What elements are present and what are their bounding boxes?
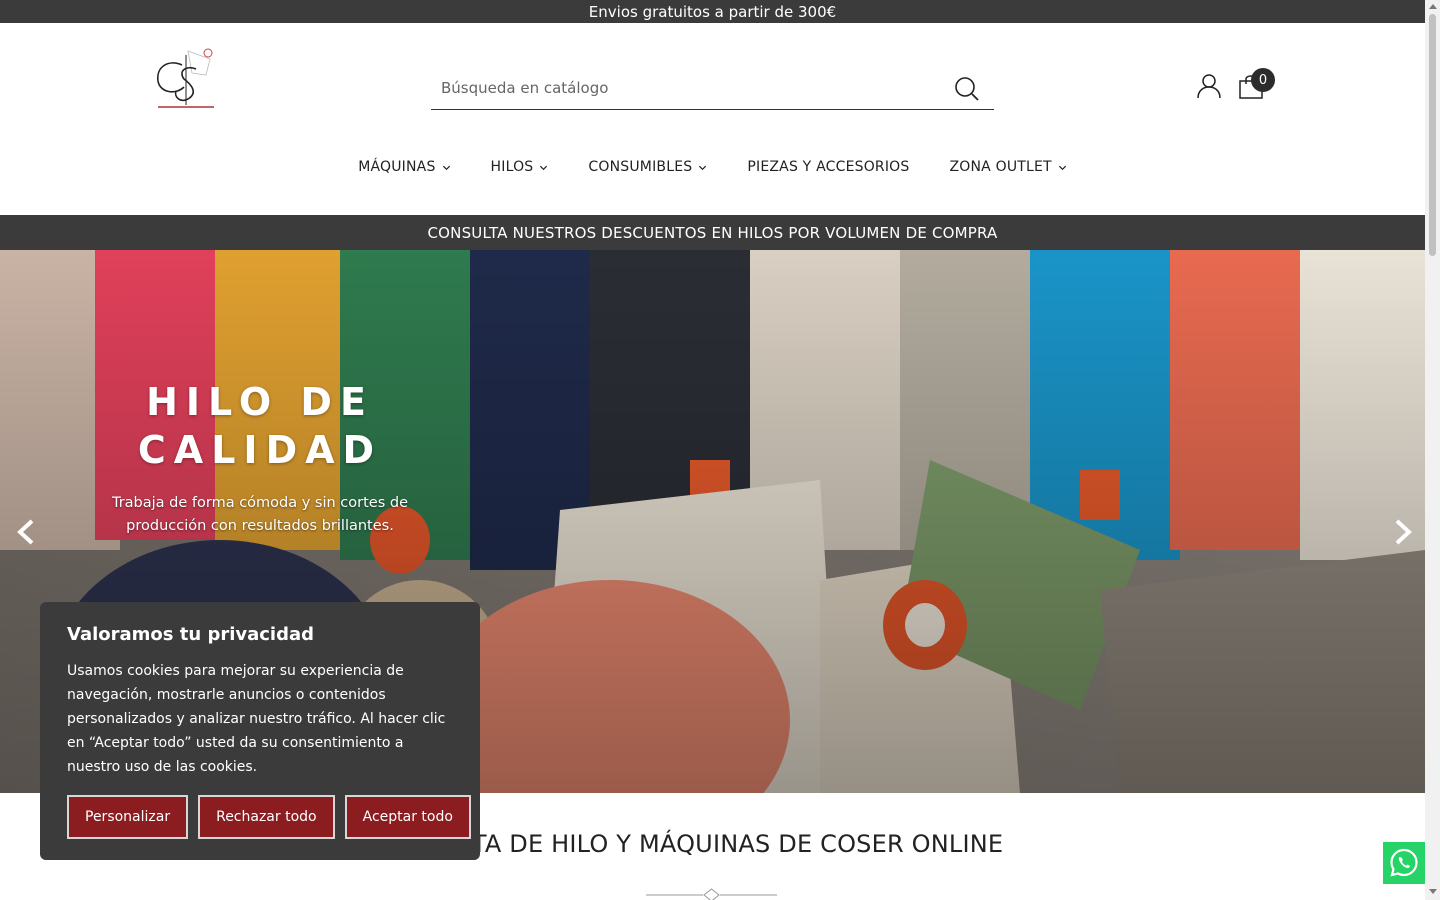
search-icon[interactable]	[954, 75, 980, 101]
cart-count-badge[interactable]: 0	[1251, 68, 1275, 92]
promo-banner-text: CONSULTA NUESTROS DESCUENTOS EN HILOS PO…	[427, 223, 998, 242]
cookie-consent-dialog: Valoramos tu privacidad Usamos cookies p…	[40, 602, 480, 860]
whatsapp-button[interactable]	[1383, 842, 1425, 884]
user-icon[interactable]	[1196, 73, 1222, 99]
shipping-banner-text: Envios gratuitos a partir de 300€	[588, 2, 837, 21]
whatsapp-icon	[1390, 848, 1418, 877]
cookie-buttons: Personalizar Rechazar todo Aceptar todo	[67, 795, 471, 839]
nav-item-piezas-y-accesorios[interactable]: PIEZAS Y ACCESORIOS	[747, 159, 909, 175]
site-header: 0 MÁQUINAS HILOS CONSUMIBLES PIEZAS Y ACCES…	[0, 23, 1425, 215]
nav-item-consumibles[interactable]: CONSUMIBLES	[588, 159, 707, 175]
scroll-down-arrow[interactable]	[1429, 889, 1437, 894]
cookie-title: Valoramos tu privacidad	[67, 624, 315, 645]
section-divider	[646, 888, 777, 900]
chevron-left-icon[interactable]	[14, 518, 38, 546]
scroll-up-arrow[interactable]	[1429, 4, 1437, 9]
logo[interactable]	[148, 45, 224, 111]
hero-title: HILO DE CALIDAD	[137, 380, 383, 472]
nav-item-label: CONSUMIBLES	[588, 159, 693, 175]
customize-button[interactable]: Personalizar	[67, 795, 189, 839]
chevron-down-icon	[540, 165, 548, 170]
nav-item-máquinas[interactable]: MÁQUINAS	[358, 159, 450, 175]
page: Envios gratuitos a partir de 300€ 0	[0, 0, 1425, 900]
hero-subtitle: Trabaja de forma cómoda y sin cortes de …	[111, 495, 409, 534]
scrollbar[interactable]	[1425, 0, 1440, 900]
chevron-right-icon[interactable]	[1391, 518, 1415, 546]
accept-all-button[interactable]: Aceptar todo	[344, 795, 471, 839]
chevron-down-icon	[699, 165, 707, 170]
shipping-banner: Envios gratuitos a partir de 300€	[0, 0, 1425, 23]
nav-item-hilos[interactable]: HILOS	[491, 159, 549, 175]
search-bar	[431, 67, 994, 110]
nav-item-label: HILOS	[490, 159, 534, 175]
nav-item-label: PIEZAS Y ACCESORIOS	[747, 159, 910, 175]
search-input[interactable]	[431, 79, 941, 97]
nav-item-label: MÁQUINAS	[358, 159, 436, 175]
reject-all-button[interactable]: Rechazar todo	[198, 795, 335, 839]
chevron-down-icon	[442, 165, 450, 170]
main-nav: MÁQUINAS HILOS CONSUMIBLES PIEZAS Y ACCESOR…	[0, 159, 1425, 175]
nav-item-label: ZONA OUTLET	[949, 159, 1052, 175]
scroll-thumb[interactable]	[1429, 14, 1436, 256]
nav-item-zona-outlet[interactable]: ZONA OUTLET	[949, 159, 1066, 175]
promo-banner[interactable]: CONSULTA NUESTROS DESCUENTOS EN HILOS PO…	[0, 215, 1425, 250]
cookie-body: Usamos cookies para mejorar su experienc…	[67, 663, 446, 775]
chevron-down-icon	[1058, 165, 1066, 170]
